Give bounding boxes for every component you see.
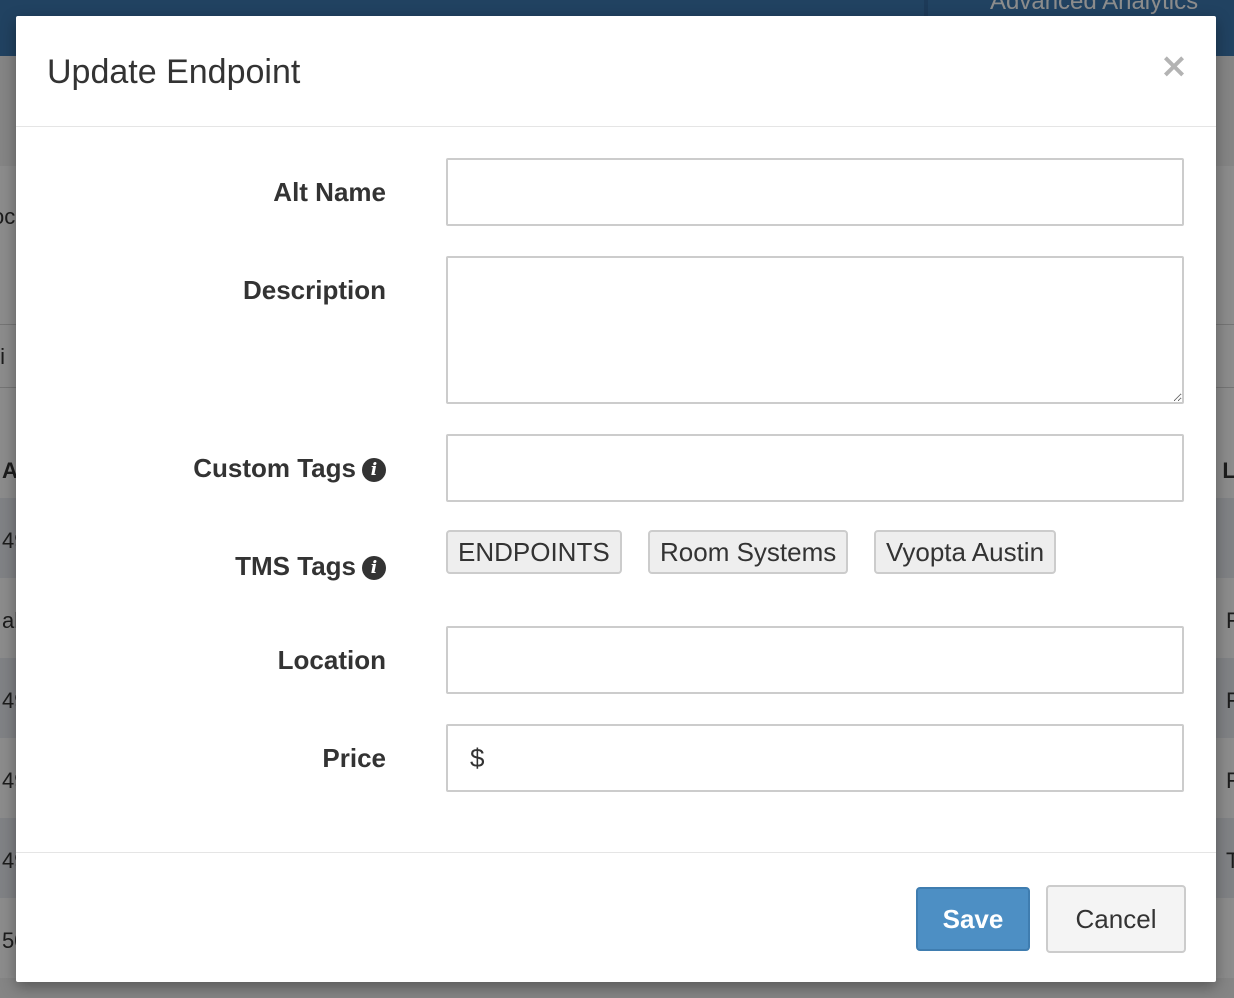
info-icon[interactable]: i xyxy=(362,556,386,580)
price-input-group: $ xyxy=(446,724,1184,792)
price-input[interactable] xyxy=(498,726,1182,792)
tms-tag: Room Systems xyxy=(648,530,849,574)
price-label: Price xyxy=(322,743,386,773)
tms-tags-label: TMS Tags i xyxy=(235,550,386,582)
location-label: Location xyxy=(277,645,386,675)
alt-name-input[interactable] xyxy=(446,158,1184,226)
alt-name-label: Alt Name xyxy=(273,177,386,207)
modal-footer: Save Cancel xyxy=(16,852,1216,983)
tms-tags-label-text: TMS Tags xyxy=(235,551,356,581)
custom-tags-input[interactable] xyxy=(446,434,1184,502)
custom-tags-label-text: Custom Tags xyxy=(193,453,356,483)
info-icon[interactable]: i xyxy=(362,458,386,482)
custom-tags-label: Custom Tags i xyxy=(193,452,386,484)
close-icon[interactable]: × xyxy=(1156,46,1192,86)
tms-tag: Vyopta Austin xyxy=(874,530,1057,574)
description-label: Description xyxy=(242,275,386,305)
modal-header: Update Endpoint × xyxy=(16,16,1216,127)
description-textarea[interactable] xyxy=(446,256,1184,404)
cancel-button[interactable]: Cancel xyxy=(1046,885,1186,953)
currency-symbol: $ xyxy=(470,743,485,773)
save-button[interactable]: Save xyxy=(916,887,1030,951)
modal-title: Update Endpoint xyxy=(47,53,301,91)
update-endpoint-modal: Update Endpoint × Alt Name Description C… xyxy=(16,16,1216,982)
location-input[interactable] xyxy=(446,626,1184,694)
tms-tag: ENDPOINTS xyxy=(446,530,622,574)
